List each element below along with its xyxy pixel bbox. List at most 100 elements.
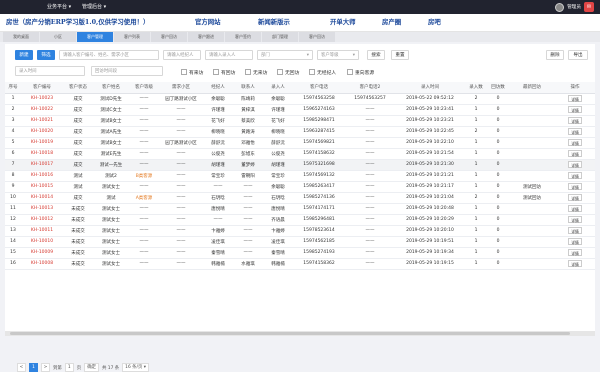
table-row[interactable]: 4 KH-10020 成交 测试A先生 —— —— 柳晓晓 黄路涛 柳晓晓 15963287415… — [5, 126, 595, 138]
detail-button[interactable]: 详情 — [568, 127, 582, 135]
tab-desktop[interactable]: 我的桌面 — [3, 32, 39, 42]
filter-button[interactable]: 筛选 — [37, 50, 55, 60]
banner-link-bar[interactable]: 房吧 — [428, 17, 441, 26]
menu-business-platform[interactable]: 业务平台 ▾ — [47, 0, 71, 14]
table-row[interactable]: 7 KH-10017 成交 测试一先生 —— —— 胡瑾瑾 董梦婷 胡瑾瑾 15975321698… — [5, 159, 595, 171]
detail-button[interactable]: 详情 — [568, 94, 582, 102]
banner-title[interactable]: 房世（房产分销ERP学习版1.0,仅供学习使用！） — [6, 17, 149, 26]
cell-latest: 测试回访 — [509, 181, 555, 193]
confirm-page-button[interactable]: 确定 — [84, 363, 99, 372]
table-row[interactable]: 10 KH-10014 成交 测试 A类客源 —— 石玥晗 —— 石玥晗 15985274136—… — [5, 192, 595, 204]
table-row[interactable]: 6 KH-10018 成交 测试E先生 —— —— 公俊尧 彭旭东 公俊尧 15974158632… — [5, 148, 595, 160]
detail-button[interactable]: 详情 — [568, 116, 582, 124]
tab-customer-visit-2[interactable]: 客户回访 — [299, 32, 335, 42]
checkbox-icon[interactable] — [213, 69, 219, 75]
table-row[interactable]: 13 KH-10011 未成交 测试女士 —— —— 卞雅婷 —— 卞雅婷 15978523614… — [5, 225, 595, 237]
table-row[interactable]: 12 KH-10012 未成交 测试女士 —— —— —— —— 齐语晨 15985296481—… — [5, 214, 595, 226]
detail-button[interactable]: 详情 — [568, 204, 582, 212]
banner-link-news[interactable]: 新闻新版示 — [258, 17, 290, 26]
tab-customer-follow[interactable]: 客户跟进 — [188, 32, 224, 42]
staff-input[interactable]: 请输入录入人 — [205, 50, 253, 60]
detail-button[interactable]: 详情 — [568, 160, 582, 168]
horizontal-scrollbar[interactable] — [5, 331, 595, 336]
cell-op: 详情 — [555, 93, 595, 105]
customer-table: 序号 客户编号 客户状态 客户姓名 客户等级 需求小区 经纪人 联系人 录入人 客户电话 客户电话2… — [5, 82, 595, 270]
detail-button[interactable]: 详情 — [568, 105, 582, 113]
entry-time-input[interactable]: 录入时间 — [15, 66, 85, 76]
tab-customer-visit[interactable]: 客户回访 — [151, 32, 187, 42]
menu-admin-backend[interactable]: 管理后台 ▾ — [82, 0, 106, 14]
detail-button[interactable]: 详情 — [568, 138, 582, 146]
cell-name: 测试女士 — [93, 236, 129, 248]
checkbox-repeat-source[interactable]: 重向客源 — [347, 68, 374, 76]
table-row[interactable]: 5 KH-10019 成交 测试B女士 —— 园丁路测试小区 薛舒沅 邓雅怡 薛舒沅 159745… — [5, 137, 595, 149]
tab-customer-list[interactable]: 客户列表 — [114, 32, 150, 42]
detail-button[interactable]: 详情 — [568, 182, 582, 190]
detail-button[interactable]: 详情 — [568, 193, 582, 201]
checkbox-icon[interactable] — [347, 69, 353, 75]
delete-button[interactable]: 删除 — [546, 50, 564, 60]
table-row[interactable]: 16 KH-10008 未成交 测试女士 —— —— 韩雅楠 水雅琪 韩雅楠 1597415836… — [5, 258, 595, 270]
cell-phone: 15963287415 — [293, 126, 345, 138]
checkbox-no-visit[interactable]: 无来访 — [245, 68, 267, 76]
banner-link-website[interactable]: 官方网站 — [195, 17, 221, 26]
tab-customer-manage[interactable]: 客户管理 — [77, 32, 113, 42]
tab-community[interactable]: 小区 — [40, 32, 76, 42]
export-button[interactable]: 导出 — [568, 50, 588, 60]
mail-icon[interactable]: ✉ — [584, 2, 594, 12]
detail-button[interactable]: 详情 — [568, 237, 582, 245]
detail-button[interactable]: 详情 — [568, 149, 582, 157]
checkbox-icon[interactable] — [277, 69, 283, 75]
dept-select[interactable]: 部门 — [257, 50, 313, 60]
banner-link-master[interactable]: 开单大师 — [330, 17, 356, 26]
prev-page-button[interactable]: < — [17, 363, 26, 372]
cell-phone: 15974158632 — [293, 148, 345, 160]
table-row[interactable]: 2 KH-10022 成交 测试C女士 —— —— 许瑾瑾 黄梓淇 许瑾瑾 15965274163… — [5, 104, 595, 116]
checkbox-has-callback[interactable]: 有回访 — [213, 68, 235, 76]
checkbox-has-visit[interactable]: 有来访 — [181, 68, 203, 76]
level-select[interactable]: 客户等级 — [317, 50, 359, 60]
table-row[interactable]: 3 KH-10021 成交 测试B女士 —— —— 花飞好 蔡美欣 花飞好 15985298471… — [5, 115, 595, 127]
cell-phone2: —— — [345, 236, 395, 248]
cell-code: KH-10009 — [21, 247, 63, 259]
detail-button[interactable]: 详情 — [568, 248, 582, 256]
agent-input[interactable]: 请输入经纪人 — [163, 50, 201, 60]
tab-customer-sign[interactable]: 客户签约 — [225, 32, 261, 42]
new-button[interactable]: 新建 — [15, 50, 33, 60]
checkbox-no-callback[interactable]: 无回访 — [277, 68, 299, 76]
page-1-button[interactable]: 1 — [29, 363, 38, 372]
search-input[interactable]: 请输入客户编号、姓名、需求小区 — [59, 50, 159, 60]
search-button[interactable]: 搜索 — [367, 50, 385, 60]
reset-button[interactable]: 重置 — [391, 50, 409, 60]
user-name[interactable]: 管理员 — [567, 4, 581, 10]
visit-time-input[interactable]: 回访时间段 — [91, 66, 163, 76]
cell-level: —— — [129, 93, 159, 105]
detail-button[interactable]: 详情 — [568, 259, 582, 267]
cell-c2: 0 — [487, 258, 509, 270]
cell-entry: 柳晓晓 — [263, 126, 293, 138]
detail-button[interactable]: 详情 — [568, 226, 582, 234]
checkbox-icon[interactable] — [181, 69, 187, 75]
page-size-select[interactable]: 16 条/页 ▾ — [122, 363, 150, 372]
scrollbar-thumb[interactable] — [10, 332, 570, 335]
cell-latest — [509, 137, 555, 149]
table-row[interactable]: 15 KH-10009 未成交 测试女士 —— —— 秦雪晴 —— 秦雪晴 15985274193… — [5, 247, 595, 259]
table-row[interactable]: 8 KH-10016 测试 测试2 B类客源 —— 常宝珍 雷朝阳 常宝珍 15974569132… — [5, 170, 595, 182]
page-number-input[interactable]: 1 — [64, 363, 74, 372]
cell-phone2: —— — [345, 104, 395, 116]
avatar[interactable] — [555, 2, 565, 12]
table-row[interactable]: 1 KH-10023 成交 测试D先生 —— 园丁路测试小区 余聪聪 陈靖莉 余聪聪 159745… — [5, 93, 595, 105]
checkbox-icon[interactable] — [309, 69, 315, 75]
next-page-button[interactable]: > — [41, 363, 50, 372]
checkbox-icon[interactable] — [245, 69, 251, 75]
banner-link-circle[interactable]: 房产圈 — [382, 17, 401, 26]
detail-button[interactable]: 详情 — [568, 171, 582, 179]
table-row[interactable]: 9 KH-10015 测试 测试女士 —— —— —— —— 余聪聪 15985263417 —— 2… — [5, 181, 595, 193]
detail-button[interactable]: 详情 — [568, 215, 582, 223]
table-row[interactable]: 14 KH-10010 未成交 测试女士 —— —— 凌佳琪 —— 凌佳琪 15974562185… — [5, 236, 595, 248]
tab-dept-manage[interactable]: 部门管理 — [262, 32, 298, 42]
cell-name: 测试D先生 — [93, 93, 129, 105]
cell-phone2: —— — [345, 126, 395, 138]
checkbox-no-agent[interactable]: 无经纪人 — [309, 68, 336, 76]
table-row[interactable]: 11 KH-10013 未成交 测试女士 —— —— 唐悦晴 —— 唐悦晴 15974174171… — [5, 203, 595, 215]
